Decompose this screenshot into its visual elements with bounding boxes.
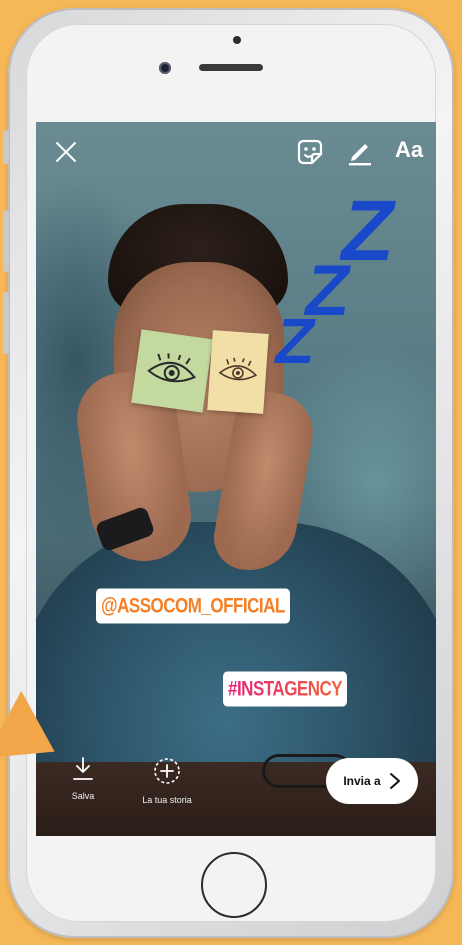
text-tool-button[interactable]: Aa (388, 134, 430, 166)
front-camera (159, 62, 171, 74)
draw-button[interactable] (344, 136, 376, 168)
save-button[interactable]: Salva (58, 756, 108, 801)
mention-sticker[interactable]: @ASSOCOM_OFFICIAL (96, 588, 290, 624)
story-editor-screen: Z Z Z Aa @ASSOCOM_OFFICIAL #INSTAGENCY S… (36, 122, 436, 836)
earpiece (199, 64, 263, 71)
send-to-button[interactable]: Invia a (326, 758, 418, 804)
your-story-label: La tua storia (142, 795, 192, 805)
sticker-icon (297, 139, 323, 165)
sticker-button[interactable] (294, 136, 326, 168)
eye-drawing-icon (147, 353, 196, 383)
hashtag-sticker[interactable]: #INSTAGENCY (223, 671, 348, 707)
sticky-note-right (207, 330, 269, 414)
mute-switch (3, 130, 9, 164)
chevron-right-icon (389, 773, 400, 789)
hashtag-sticker-text: #INSTAGENCY (228, 676, 343, 701)
send-to-label: Invia a (343, 774, 381, 788)
your-story-button[interactable]: La tua storia (122, 756, 212, 805)
pen-icon (349, 144, 371, 166)
add-story-icon (154, 758, 180, 784)
eye-drawing-icon (218, 357, 258, 381)
volume-up-button (3, 210, 9, 272)
close-icon (56, 142, 76, 162)
sticky-note-left (131, 329, 213, 413)
volume-down-button (3, 292, 9, 354)
download-icon (73, 757, 93, 780)
proximity-sensor (233, 36, 241, 44)
close-button[interactable] (52, 138, 80, 166)
save-label: Salva (71, 791, 95, 801)
home-button[interactable] (201, 852, 267, 918)
